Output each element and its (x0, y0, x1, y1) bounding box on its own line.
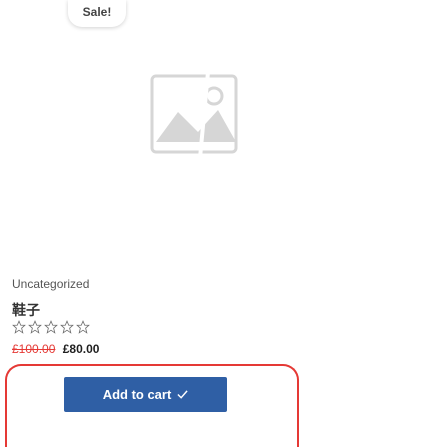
sale-badge: Sale! (68, 0, 126, 27)
star-icon (44, 320, 58, 334)
old-price: £100.00 (12, 342, 56, 356)
star-icon (28, 320, 42, 334)
product-image-placeholder-icon[interactable] (148, 72, 244, 158)
product-title[interactable]: 鞋子 (12, 300, 40, 320)
star-icon (12, 320, 26, 334)
product-category[interactable]: Uncategorized (12, 277, 89, 291)
add-to-cart-button[interactable]: Add to cart (64, 377, 227, 412)
sale-price: £80.00 (62, 342, 100, 356)
product-price: £100.00 £80.00 (12, 342, 99, 356)
add-to-cart-label: Add to cart (102, 387, 172, 402)
star-icon (76, 320, 90, 334)
star-rating (12, 320, 90, 334)
product-card: Sale! Uncategorized 鞋子 £100.00 £80.00 Ad… (0, 0, 424, 447)
checkmark-icon (177, 390, 188, 399)
star-icon (60, 320, 74, 334)
